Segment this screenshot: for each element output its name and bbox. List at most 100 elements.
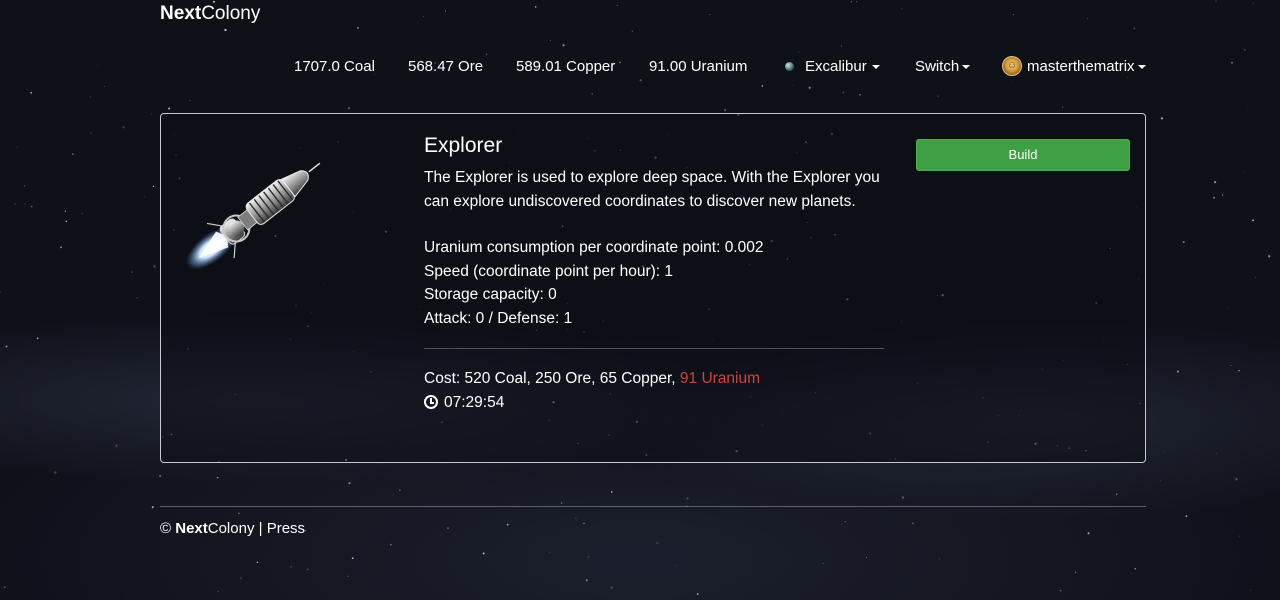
star [152,185,155,188]
star [422,16,424,17]
star [122,126,125,129]
star [656,541,659,545]
star [65,220,67,223]
star [16,146,18,148]
star [798,51,800,53]
user-dropdown[interactable]: ☺ masterthematrix [1002,56,1146,77]
ship-cost: Cost: 520 Coal, 250 Ore, 65 Copper, 91 U… [424,370,761,387]
star [1215,0,1217,2]
star [560,502,563,504]
star [1238,535,1240,537]
star [224,28,227,32]
star [30,91,33,94]
star [1247,106,1248,108]
star [71,153,74,155]
star [937,95,939,97]
star [856,1,857,3]
star [216,476,219,479]
planet-icon [785,61,794,71]
build-time-value: 07:29:54 [444,393,505,411]
star [36,337,39,340]
star [631,30,633,32]
star [1127,77,1128,78]
copper-resource: 589.01 Copper [516,58,616,75]
star [675,565,677,567]
build-button[interactable]: Build [916,139,1130,171]
caret-down-icon [1137,65,1146,70]
star [30,205,33,208]
star [217,590,219,593]
star [549,39,551,41]
star [840,45,843,47]
star [1163,451,1165,453]
ship-title: Explorer [424,134,503,157]
resource-navbar: 1707.0 Coal 568.47 Ore 589.01 Copper 91.… [0,56,1280,77]
star [591,93,594,95]
ship-info: Explorer The Explorer is used to explore… [424,132,884,414]
ship-description: The Explorer is used to explore deep spa… [424,169,880,210]
star [399,489,401,491]
star [131,271,134,274]
ship-stats: Uranium consumption per coordinate point… [424,236,884,330]
star [1011,81,1013,83]
star [841,523,843,525]
footer-separator: | [258,520,263,537]
star [3,586,6,588]
stat-uranium-consumption: Uranium consumption per coordinate point… [424,239,764,256]
star [445,10,447,12]
star [1185,515,1188,518]
brand-logo[interactable]: NextColony [160,3,260,25]
planet-dropdown[interactable]: Excalibur [785,57,880,77]
star [189,99,191,101]
star [761,85,764,87]
star [844,521,846,523]
stat-storage-capacity: Storage capacity: 0 [424,286,557,303]
star [1176,370,1179,373]
star [1074,571,1077,573]
star [823,563,824,564]
uranium-resource: 91.00 Uranium [649,58,748,75]
star [938,558,940,560]
star [1134,568,1136,570]
star [1160,117,1164,120]
caret-down-icon [871,65,880,70]
star [290,566,292,568]
star [81,212,83,214]
star [1087,532,1090,535]
star [238,512,240,515]
star [168,107,171,110]
divider [424,348,884,349]
star [1182,241,1185,244]
star [1087,18,1088,20]
star [859,94,861,96]
star [376,598,378,600]
username: masterthematrix [1027,58,1135,75]
footer: © NextColony | Press [160,520,305,538]
footer-divider [160,506,1146,507]
stat-attack-defense: Attack: 0 / Defense: 1 [424,309,573,327]
star [1214,181,1217,184]
star [1012,13,1015,16]
star [506,523,509,526]
star [1235,478,1238,481]
star [842,91,845,94]
star [1221,194,1224,196]
switch-dropdown[interactable]: Switch [915,57,971,77]
star [89,96,91,98]
copyright-symbol: © [160,520,172,537]
star [901,8,903,10]
star [1159,480,1161,481]
star [341,573,342,575]
star [13,203,16,206]
star [1116,493,1118,495]
caret-down-icon [962,65,971,70]
star [390,543,392,546]
star [153,265,156,268]
star [1230,364,1232,367]
press-link[interactable]: Press [267,520,305,537]
footer-brand[interactable]: NextColony [175,520,254,537]
coal-resource: 1707.0 Coal [294,58,375,75]
star [23,185,26,187]
star [307,568,309,570]
star [256,561,259,564]
